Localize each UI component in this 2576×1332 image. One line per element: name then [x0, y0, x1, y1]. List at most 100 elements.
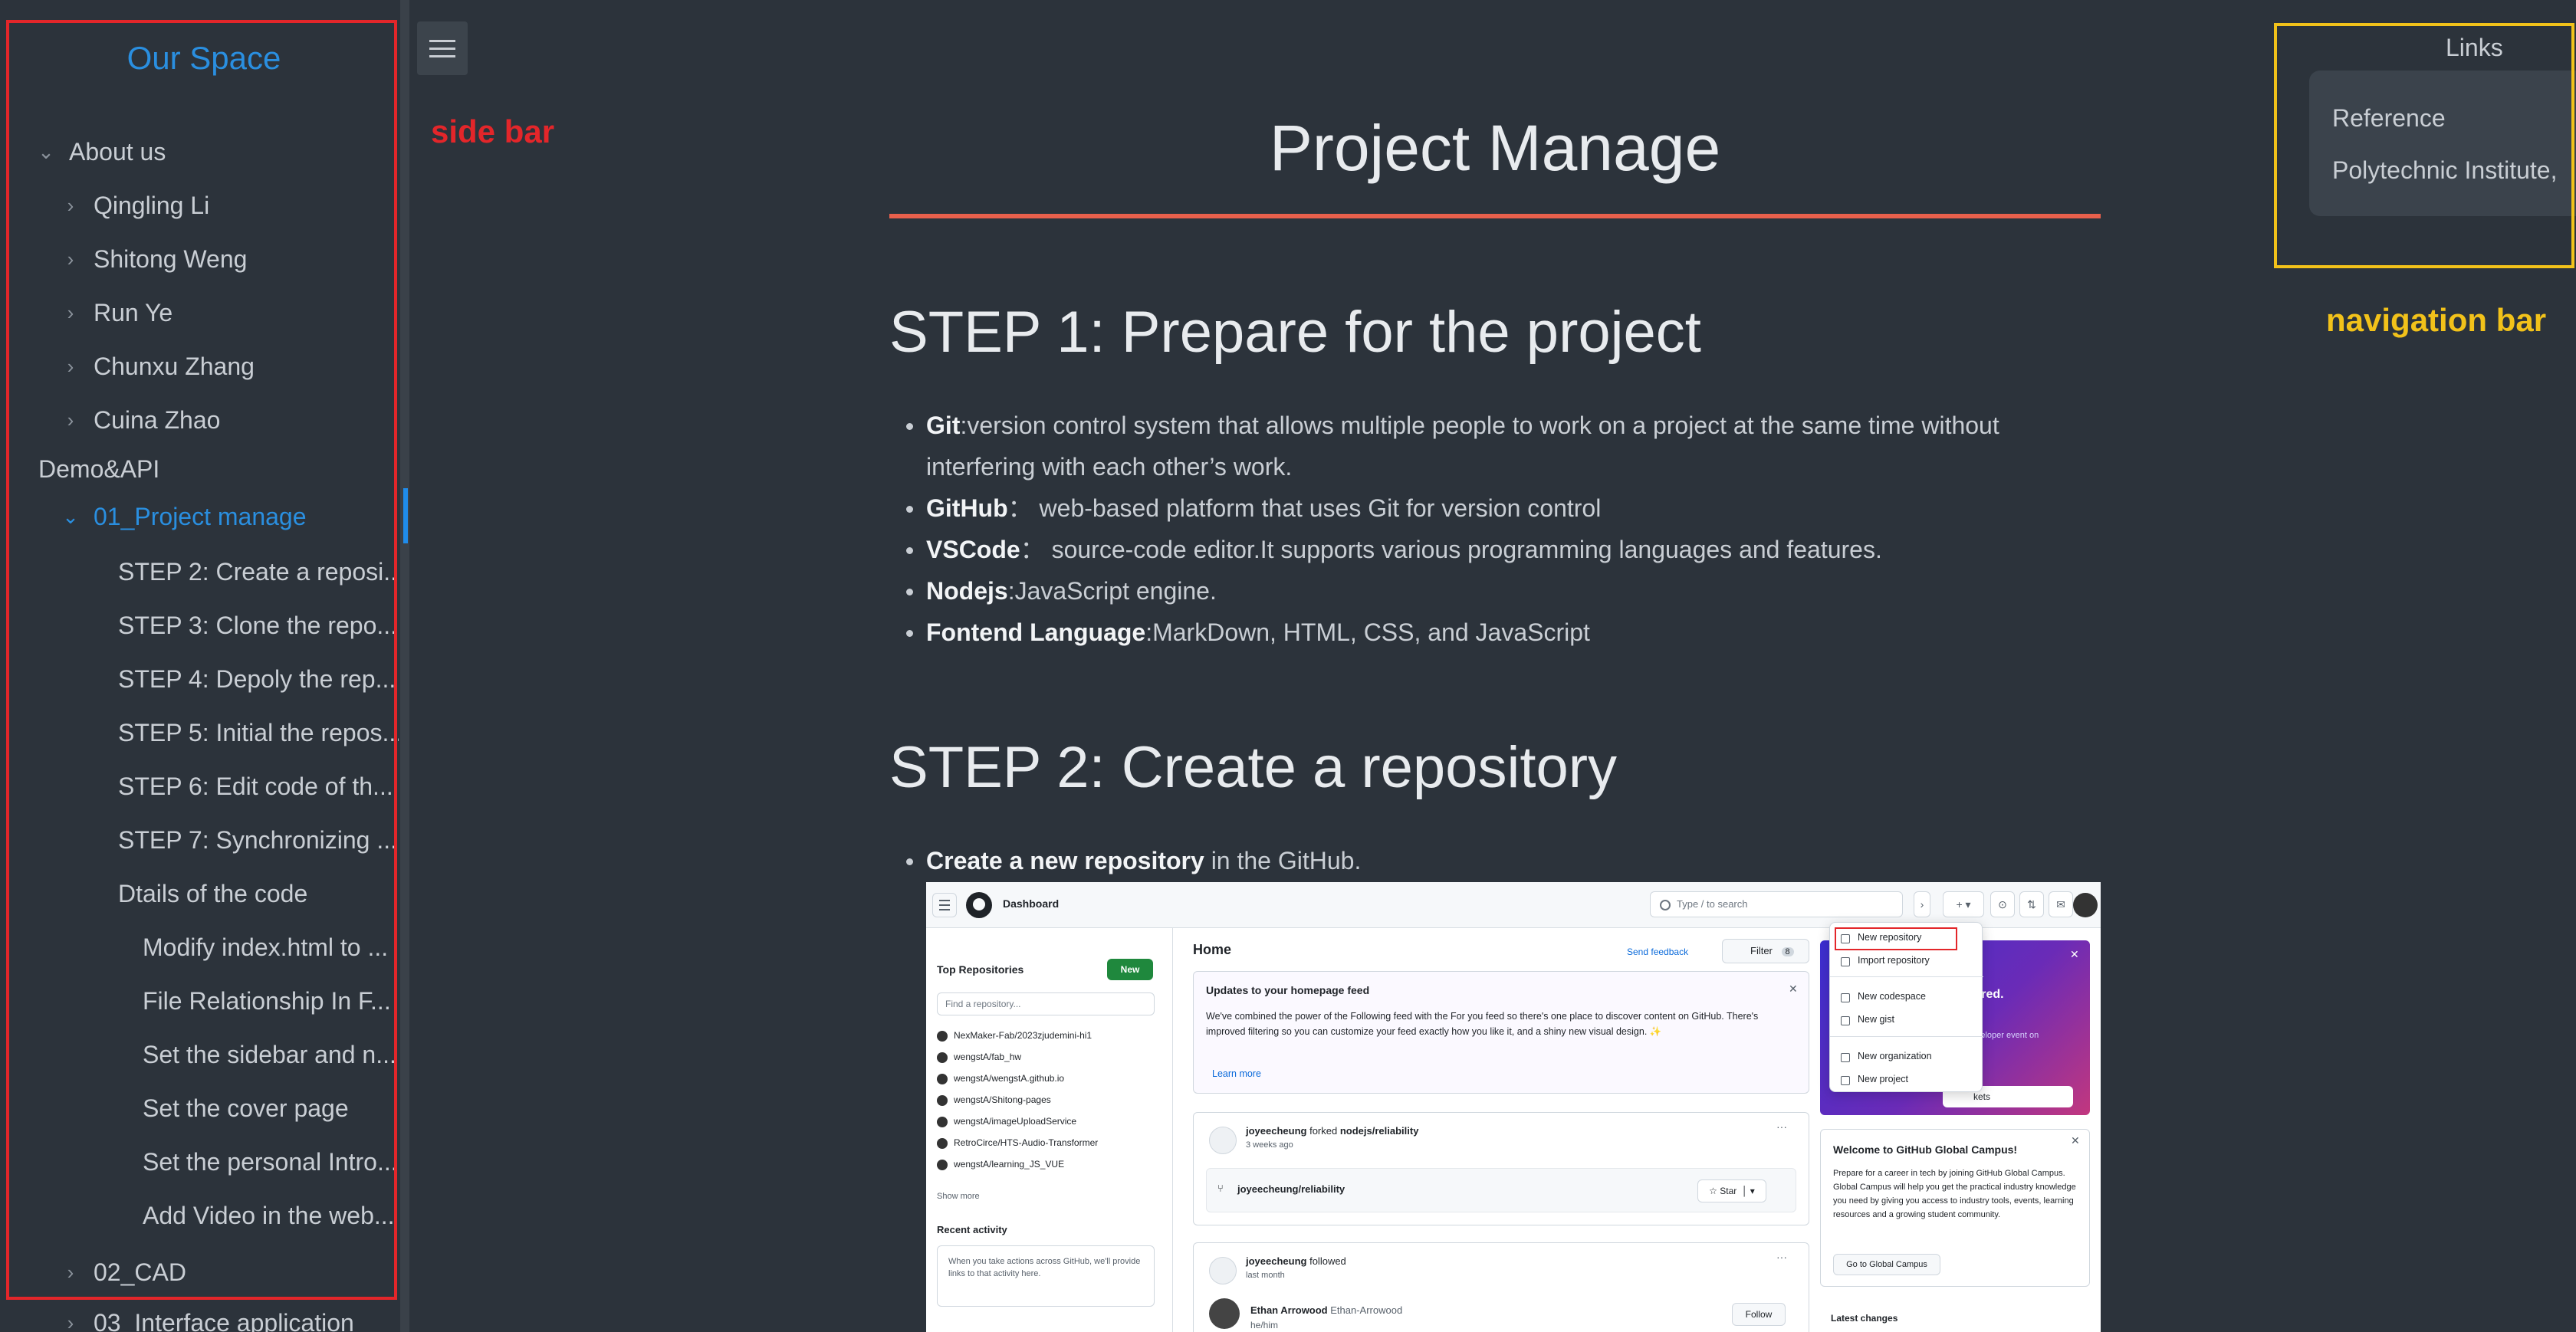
issues-icon: ⊙ [1990, 891, 2015, 917]
site-title[interactable]: Our Space [0, 40, 408, 77]
menu-new-repository: New repository [1858, 932, 1922, 943]
github-logo-icon [966, 892, 992, 918]
sidebar-item-step-7[interactable]: STEP 7: Synchronizing ... [0, 817, 399, 863]
follow-button: Follow [1732, 1303, 1786, 1326]
sidebar-item-file-relationship[interactable]: File Relationship In F... [0, 978, 399, 1024]
menu-new-organization: New organization [1858, 1051, 1932, 1061]
person-name: Ethan Arrowood Ethan-Arrowood [1250, 1304, 1402, 1316]
sidebar-item-label: Demo&API [38, 455, 160, 483]
term-git: Git [926, 412, 961, 439]
show-more-link: Show more [937, 1192, 980, 1201]
sidebar-item-label: STEP 6: Edit code of th... [118, 773, 393, 800]
sidebar-scrollbar-thumb[interactable] [403, 488, 408, 543]
more-icon: ··· [1776, 1251, 1787, 1263]
campus-card: ✕ Welcome to GitHub Global Campus! Prepa… [1820, 1129, 2090, 1287]
sidebar-item-step-2[interactable]: STEP 2: Create a reposi... [0, 549, 399, 595]
forked-repo-box: ⑂ joyeecheung/reliability ☆ Star │ ▾ [1206, 1168, 1796, 1212]
links-nav-title[interactable]: Links [2446, 34, 2503, 62]
github-left-panel: Top Repositories New Find a repository..… [926, 928, 1173, 1332]
sidebar-item-step-5[interactable]: STEP 5: Initial the repos... [0, 710, 399, 756]
sidebar-item-modify-index[interactable]: Modify index.html to ... [0, 924, 399, 970]
sidebar-item-add-video[interactable]: Add Video in the web... [0, 1193, 399, 1238]
term-description: ： web-based platform that uses Git for v… [1007, 494, 1602, 522]
list-item: Nodejs:JavaScript engine. [889, 570, 2070, 612]
close-icon: ✕ [2071, 1134, 2080, 1147]
top-repositories-label: Top Repositories [937, 963, 1024, 976]
sidebar-scrollbar[interactable] [400, 0, 409, 1332]
sidebar-item-step-4[interactable]: STEP 4: Depoly the rep... [0, 656, 399, 702]
term-github: GitHub [926, 494, 1008, 522]
sidebar-item-label: 03_Interface application [94, 1309, 354, 1332]
step1-heading: STEP 1: Prepare for the project [889, 300, 1701, 365]
feed-user: joyeecheung [1246, 1255, 1307, 1267]
organization-icon [1841, 1053, 1850, 1062]
link-polytechnic-institute[interactable]: Polytechnic Institute, [2332, 156, 2557, 185]
gist-icon [1841, 1016, 1850, 1025]
sidebar-item-interface-application[interactable]: › 03_Interface application [0, 1300, 399, 1332]
sidebar: Our Space ⌄ About us › Qingling Li › Shi… [0, 0, 408, 1332]
menu-new-project: New project [1858, 1074, 1908, 1084]
sidebar-item-label: Dtails of the code [118, 880, 308, 907]
feed-repo: nodejs/reliability [1339, 1125, 1419, 1137]
sidebar-item-label: STEP 5: Initial the repos... [118, 719, 399, 746]
campus-title: Welcome to GitHub Global Campus! [1833, 1143, 2018, 1156]
chevron-right-icon: › [67, 408, 74, 431]
sidebar-item-set-sidebar[interactable]: Set the sidebar and n... [0, 1032, 399, 1078]
sidebar-item-label: Set the cover page [143, 1094, 349, 1122]
menu-new-codespace: New codespace [1858, 991, 1926, 1002]
person-avatar [1209, 1298, 1240, 1329]
sidebar-item-set-personal-intro[interactable]: Set the personal Intro... [0, 1139, 399, 1185]
chevron-right-icon: › [67, 301, 74, 324]
repo-item: wengstA/fab_hw [937, 1051, 1021, 1063]
navbar-annotation-label: navigation bar [2326, 302, 2547, 338]
sidebar-item-set-cover[interactable]: Set the cover page [0, 1085, 399, 1131]
sidebar-item-run-ye[interactable]: › Run Ye [0, 290, 399, 336]
menu-new-gist: New gist [1858, 1014, 1894, 1025]
codespace-icon [1841, 993, 1850, 1002]
sidebar-item-qingling-li[interactable]: › Qingling Li [0, 182, 399, 228]
link-reference[interactable]: Reference [2332, 104, 2446, 133]
sidebar-item-chunxu-zhang[interactable]: › Chunxu Zhang [0, 343, 399, 389]
menu-toggle-button[interactable] [417, 21, 468, 75]
create-new-menu: New repository Import repository New cod… [1829, 922, 1983, 1092]
sidebar-section-demo-api[interactable]: Demo&API [0, 446, 399, 492]
sidebar-item-label: Set the sidebar and n... [143, 1041, 396, 1068]
command-icon: › [1914, 891, 1930, 917]
star-label: Star [1720, 1186, 1737, 1196]
recent-activity-label: Recent activity [937, 1224, 1007, 1235]
repo-item: wengstA/learning_JS_VUE [937, 1159, 1064, 1170]
latest-changes-label: Latest changes [1831, 1313, 1898, 1324]
more-icon: ··· [1776, 1120, 1787, 1133]
sidebar-item-details-of-code[interactable]: Dtails of the code [0, 871, 399, 917]
user-avatar [1209, 1127, 1237, 1154]
step2-list: Create a new repository in the GitHub. [889, 840, 2070, 881]
sidebar-item-label: Chunxu Zhang [94, 353, 255, 380]
sidebar-item-label: Shitong Weng [94, 245, 248, 273]
github-new-button: New [1107, 959, 1153, 980]
update-card: Updates to your homepage feed ✕ We've co… [1193, 971, 1809, 1094]
sidebar-item-label: Cuina Zhao [94, 406, 221, 434]
sidebar-item-label: 01_Project manage [94, 503, 307, 530]
sidebar-item-cuina-zhao[interactable]: › Cuina Zhao [0, 397, 399, 443]
list-item: GitHub： web-based platform that uses Git… [889, 487, 2070, 529]
sidebar-item-label: STEP 3: Clone the repo... [118, 612, 398, 639]
close-icon: ✕ [1789, 983, 1798, 995]
sidebar-item-cad[interactable]: › 02_CAD [0, 1249, 399, 1295]
github-feed: Home Send feedback Filter 8 Updates to y… [1193, 928, 1829, 1332]
chevron-right-icon: › [67, 355, 74, 378]
list-item: Fontend Language:MarkDown, HTML, CSS, an… [889, 612, 2070, 653]
term-description: :JavaScript engine. [1007, 577, 1217, 605]
sidebar-item-step-6[interactable]: STEP 6: Edit code of th... [0, 763, 399, 809]
feed-user: joyeecheung [1246, 1125, 1307, 1137]
sidebar-item-step-3[interactable]: STEP 3: Clone the repo... [0, 602, 399, 648]
menu-separator [1830, 1036, 1983, 1037]
sidebar-item-about-us[interactable]: ⌄ About us [0, 129, 399, 175]
term-description: :MarkDown, HTML, CSS, and JavaScript [1145, 618, 1590, 646]
sidebar-item-label: STEP 2: Create a reposi... [118, 558, 399, 586]
sidebar-item-project-manage[interactable]: ⌄ 01_Project manage [0, 494, 399, 540]
list-item: VSCode： source-code editor.It supports v… [889, 529, 2070, 570]
close-icon: ✕ [2070, 948, 2079, 960]
sidebar-item-shitong-weng[interactable]: › Shitong Weng [0, 236, 399, 282]
feed-time: last month [1246, 1271, 1285, 1280]
import-icon [1841, 957, 1850, 966]
